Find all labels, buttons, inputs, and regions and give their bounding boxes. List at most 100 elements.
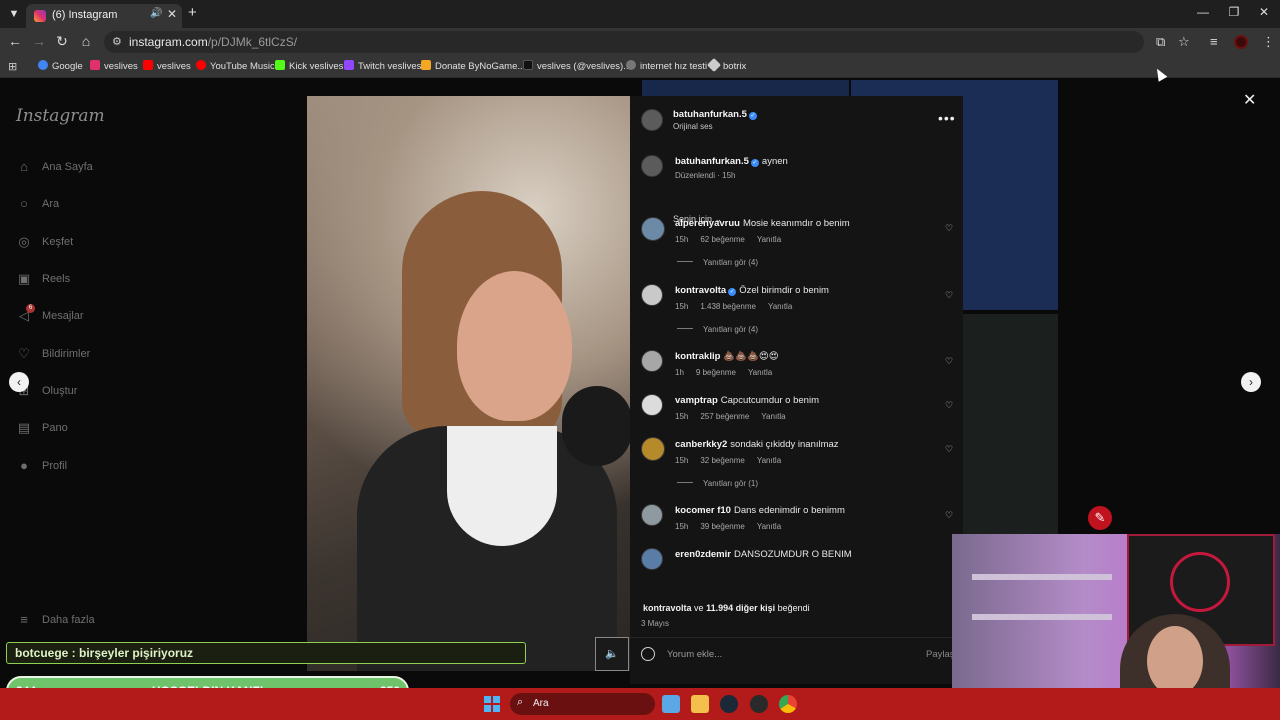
new-tab-plus-icon[interactable]: + bbox=[188, 4, 197, 21]
comment-likes[interactable]: 32 beğenme bbox=[700, 456, 744, 465]
sidebar-item-create[interactable]: ⊞Oluştur bbox=[16, 382, 216, 404]
window-close-icon[interactable]: ✕ bbox=[1254, 5, 1274, 19]
comment-like-heart-icon[interactable]: ♡ bbox=[945, 400, 953, 411]
browser-menu-icon[interactable]: ⋮ bbox=[1262, 34, 1275, 50]
tab-close-icon[interactable]: ✕ bbox=[167, 7, 177, 21]
comment-likes[interactable]: 62 beğenme bbox=[700, 235, 744, 244]
home-button-icon[interactable]: ⌂ bbox=[77, 33, 95, 49]
post-audio-label[interactable]: Orijinal ses bbox=[673, 122, 713, 131]
site-info-icon[interactable]: ⚙ bbox=[112, 35, 122, 48]
comment-username[interactable]: alperenyavruu bbox=[675, 218, 740, 229]
restore-icon[interactable]: ❐ bbox=[1224, 5, 1244, 19]
modal-close-icon[interactable]: ✕ bbox=[1243, 90, 1256, 110]
bookmark-star-icon[interactable]: ☆ bbox=[1178, 34, 1190, 50]
bookmark-speedtest[interactable]: internet hız testi bbox=[626, 60, 707, 72]
windows-start-icon[interactable] bbox=[484, 696, 500, 712]
comment-likes[interactable]: 9 beğenme bbox=[696, 368, 736, 377]
reply-button[interactable]: Yanıtla bbox=[768, 302, 792, 311]
minimize-icon[interactable]: — bbox=[1193, 5, 1213, 19]
caption-username[interactable]: batuhanfurkan.5 bbox=[675, 156, 749, 167]
liked-by-summary[interactable]: kontravolta ve 11.994 diğer kişi beğendi bbox=[643, 603, 810, 613]
reply-button[interactable]: Yanıtla bbox=[757, 235, 781, 244]
tab-search-chevron-icon[interactable]: ▼ bbox=[4, 4, 24, 24]
apps-grid-icon[interactable]: ⊞ bbox=[8, 60, 17, 73]
tab-audio-icon[interactable]: 🔊 bbox=[150, 8, 162, 19]
reel-video[interactable] bbox=[307, 96, 630, 671]
bookmark-youtube-music[interactable]: YouTube Music bbox=[196, 60, 275, 72]
video-mute-toggle-icon[interactable]: 🔈 bbox=[595, 637, 629, 671]
sidebar-item-search[interactable]: ○ Ara bbox=[16, 195, 216, 217]
commenter-avatar[interactable] bbox=[641, 437, 665, 461]
commenter-avatar[interactable] bbox=[641, 394, 663, 416]
taskbar-chrome-icon[interactable] bbox=[779, 695, 797, 713]
bookmark-twitch[interactable]: Twitch veslives bbox=[344, 60, 421, 72]
taskbar-obs-icon[interactable] bbox=[750, 695, 768, 713]
commenter-avatar[interactable] bbox=[641, 284, 663, 306]
comment-likes[interactable]: 1.438 beğenme bbox=[700, 302, 756, 311]
bookmark-kick[interactable]: Kick veslives bbox=[275, 60, 343, 72]
comment-like-heart-icon[interactable]: ♡ bbox=[945, 356, 953, 367]
sidebar-item-reels[interactable]: ▣ Reels bbox=[16, 270, 216, 292]
sidebar-item-explore[interactable]: ◎ Keşfet bbox=[16, 233, 216, 255]
comment-input[interactable]: Yorum ekle... bbox=[667, 649, 722, 660]
author-avatar[interactable] bbox=[641, 109, 663, 131]
sidebar-item-notifications[interactable]: ♡ Bildirimler bbox=[16, 345, 216, 367]
browser-tab-instagram[interactable]: (6) Instagram 🔊 ✕ bbox=[26, 4, 182, 28]
bookmark-botrix[interactable]: botrix bbox=[706, 57, 746, 73]
reload-icon[interactable]: ↻ bbox=[53, 33, 71, 50]
view-replies-button[interactable]: Yanıtları gör (4) bbox=[677, 258, 758, 267]
forward-arrow-icon[interactable]: → bbox=[30, 33, 48, 49]
post-comment-button[interactable]: Paylaş bbox=[926, 649, 955, 660]
taskbar-steam-icon[interactable] bbox=[720, 695, 738, 713]
taskbar-photos-icon[interactable] bbox=[662, 695, 680, 713]
comment-username[interactable]: vamptrap bbox=[675, 395, 718, 406]
liked-by-count[interactable]: 11.994 diğer kişi bbox=[706, 603, 775, 613]
view-replies-button[interactable]: Yanıtları gör (4) bbox=[677, 325, 758, 334]
sidebar-item-messages[interactable]: ◁ 6 Mesajlar bbox=[16, 304, 216, 329]
comment-username[interactable]: kontravolta bbox=[675, 285, 726, 296]
sidebar-item-dashboard[interactable]: ▤ Pano bbox=[16, 419, 216, 441]
commenter-avatar[interactable] bbox=[641, 217, 665, 241]
address-bar[interactable]: ⚙ instagram.com/p/DJMk_6tlCzS/ bbox=[104, 31, 1144, 53]
reply-button[interactable]: Yanıtla bbox=[757, 456, 781, 465]
browser-profile-avatar[interactable] bbox=[1234, 35, 1248, 49]
sidebar-item-more[interactable]: ≡ Daha fazla bbox=[16, 611, 216, 633]
bookmark-google[interactable]: Google bbox=[38, 60, 83, 72]
comment-likes[interactable]: 39 beğenme bbox=[700, 522, 744, 531]
install-app-icon[interactable]: ⧉ bbox=[1156, 34, 1165, 50]
post-author-username[interactable]: batuhanfurkan.5 ✓ bbox=[673, 109, 757, 120]
comment-username[interactable]: kocomer f10 bbox=[675, 505, 731, 516]
commenter-avatar[interactable] bbox=[641, 504, 663, 526]
taskbar-search[interactable]: ⌕ Ara bbox=[510, 693, 655, 715]
reply-button[interactable]: Yanıtla bbox=[761, 412, 785, 421]
comment-username[interactable]: kontraklip bbox=[675, 351, 720, 362]
bookmark-instagram-veslives[interactable]: veslives bbox=[90, 60, 138, 72]
previous-post-arrow-icon[interactable]: ‹ bbox=[9, 372, 29, 392]
reply-button[interactable]: Yanıtla bbox=[748, 368, 772, 377]
caption-author-avatar[interactable] bbox=[641, 155, 663, 177]
next-post-arrow-icon[interactable]: › bbox=[1241, 372, 1261, 392]
comment-username[interactable]: canberkky2 bbox=[675, 439, 727, 450]
comment-likes[interactable]: 257 beğenme bbox=[700, 412, 749, 421]
commenter-avatar[interactable] bbox=[641, 548, 663, 570]
sidebar-item-profile[interactable]: ● Profil bbox=[16, 457, 216, 479]
sidebar-item-home[interactable]: ⌂ Ana Sayfa bbox=[16, 158, 216, 180]
commenter-avatar[interactable] bbox=[641, 350, 663, 372]
comment-like-heart-icon[interactable]: ♡ bbox=[945, 290, 953, 301]
comment-username[interactable]: eren0zdemir bbox=[675, 549, 731, 560]
instagram-logo[interactable]: Instagram bbox=[16, 106, 105, 126]
taskbar-file-explorer-icon[interactable] bbox=[691, 695, 709, 713]
back-arrow-icon[interactable]: ← bbox=[6, 33, 24, 49]
view-replies-button[interactable]: Yanıtları gör (1) bbox=[677, 479, 758, 488]
bookmark-youtube-veslives[interactable]: veslives bbox=[143, 60, 191, 72]
bookmark-tiktok[interactable]: veslives (@veslives)... bbox=[523, 60, 631, 72]
reply-button[interactable]: Yanıtla bbox=[757, 522, 781, 531]
more-options-icon[interactable]: ••• bbox=[938, 110, 956, 126]
liked-by-username[interactable]: kontravolta bbox=[643, 603, 692, 613]
url-text[interactable]: instagram.com/p/DJMk_6tlCzS/ bbox=[129, 35, 297, 49]
comment-like-heart-icon[interactable]: ♡ bbox=[945, 510, 953, 521]
media-control-icon[interactable]: ≡ bbox=[1210, 34, 1218, 49]
comment-like-heart-icon[interactable]: ♡ bbox=[945, 444, 953, 455]
comment-like-heart-icon[interactable]: ♡ bbox=[945, 223, 953, 234]
emoji-picker-icon[interactable] bbox=[641, 647, 655, 661]
